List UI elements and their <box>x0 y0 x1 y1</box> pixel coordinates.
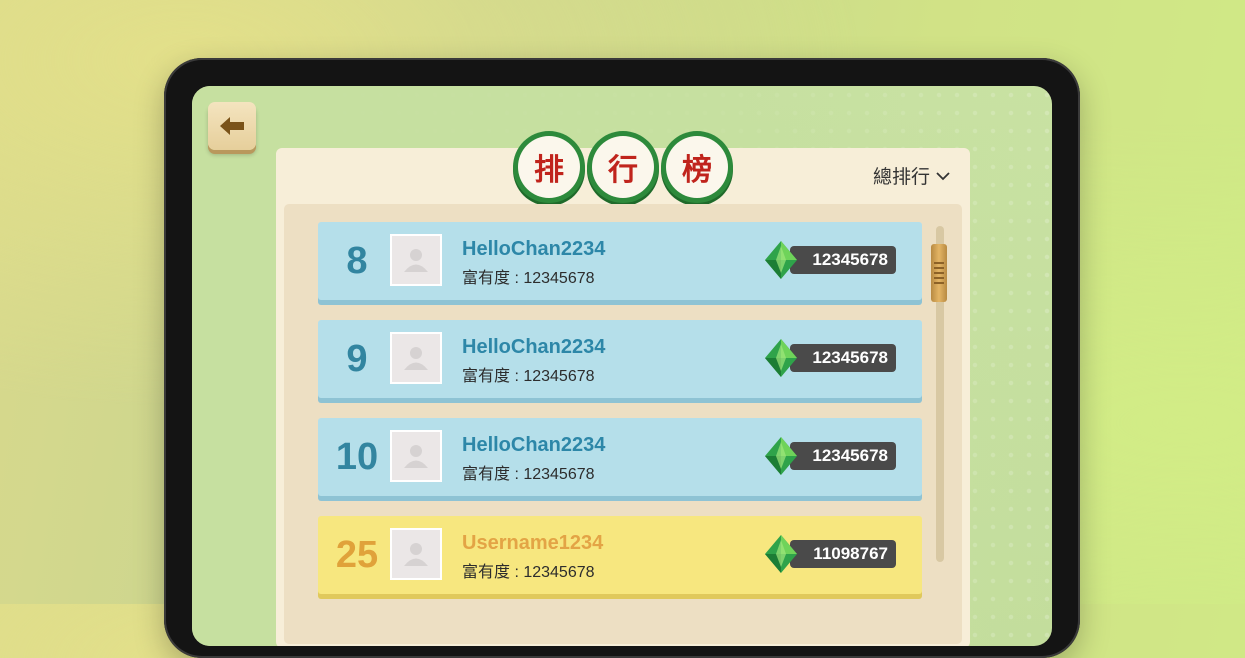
wealth-value: 富有度 : 12345678 <box>462 564 595 581</box>
avatar <box>390 528 442 580</box>
title-coin: 排 <box>513 131 585 203</box>
rank-number: 10 <box>335 435 379 478</box>
rank-number: 9 <box>346 337 368 380</box>
diamond-gem-icon <box>765 535 797 573</box>
diamond-gem-icon <box>765 241 797 279</box>
title-char: 榜 <box>666 136 728 198</box>
title-char: 行 <box>592 136 654 198</box>
avatar <box>390 332 442 384</box>
tablet-frame: 排 行 榜 總排行 8 HelloChan2234 富有度 : 12345678 <box>164 58 1080 658</box>
leaderboard-title: 排 行 榜 <box>276 131 970 211</box>
sort-dropdown[interactable]: 總排行 <box>873 162 950 189</box>
diamond-gem-icon <box>765 437 797 475</box>
wealth-value: 富有度 : 12345678 <box>462 368 595 385</box>
user-icon <box>404 347 428 370</box>
chevron-down-icon <box>936 171 950 180</box>
player-name: HelloChan2234 <box>462 336 606 358</box>
user-icon <box>404 543 428 566</box>
title-coin: 榜 <box>661 131 733 203</box>
current-user-row[interactable]: 25 Username1234 富有度 : 12345678 11098767 <box>318 516 922 594</box>
avatar <box>390 430 442 482</box>
player-name: HelloChan2234 <box>462 238 606 260</box>
rank-number: 8 <box>346 239 368 282</box>
leaderboard-row[interactable]: 8 HelloChan2234 富有度 : 12345678 12345678 <box>318 222 922 300</box>
scrollbar-thumb[interactable] <box>931 244 947 302</box>
user-icon <box>404 249 428 272</box>
wealth-value: 富有度 : 12345678 <box>462 270 595 287</box>
avatar <box>390 234 442 286</box>
leaderboard-row[interactable]: 9 HelloChan2234 富有度 : 12345678 12345678 <box>318 320 922 398</box>
score-badge: 12345678 <box>790 246 896 274</box>
diamond-gem-icon <box>765 339 797 377</box>
leaderboard-list[interactable]: 8 HelloChan2234 富有度 : 12345678 12345678 <box>284 204 962 644</box>
leaderboard-panel: 排 行 榜 總排行 8 HelloChan2234 富有度 : 12345678 <box>276 131 970 646</box>
title-char: 排 <box>518 136 580 198</box>
user-icon <box>404 445 428 468</box>
player-name: HelloChan2234 <box>462 434 606 456</box>
score-badge: 11098767 <box>790 540 896 568</box>
arrow-left-icon <box>220 117 244 135</box>
leaderboard-row[interactable]: 10 HelloChan2234 富有度 : 12345678 12345678 <box>318 418 922 496</box>
score-badge: 12345678 <box>790 442 896 470</box>
wealth-value: 富有度 : 12345678 <box>462 466 595 483</box>
sort-label: 總排行 <box>872 167 930 188</box>
player-name: Username1234 <box>462 532 604 554</box>
game-screen: 排 行 榜 總排行 8 HelloChan2234 富有度 : 12345678 <box>192 86 1052 646</box>
scrollbar-track[interactable] <box>931 226 947 562</box>
back-button[interactable] <box>208 102 256 150</box>
rank-number: 25 <box>335 533 379 576</box>
score-badge: 12345678 <box>790 344 896 372</box>
title-coin: 行 <box>587 131 659 203</box>
